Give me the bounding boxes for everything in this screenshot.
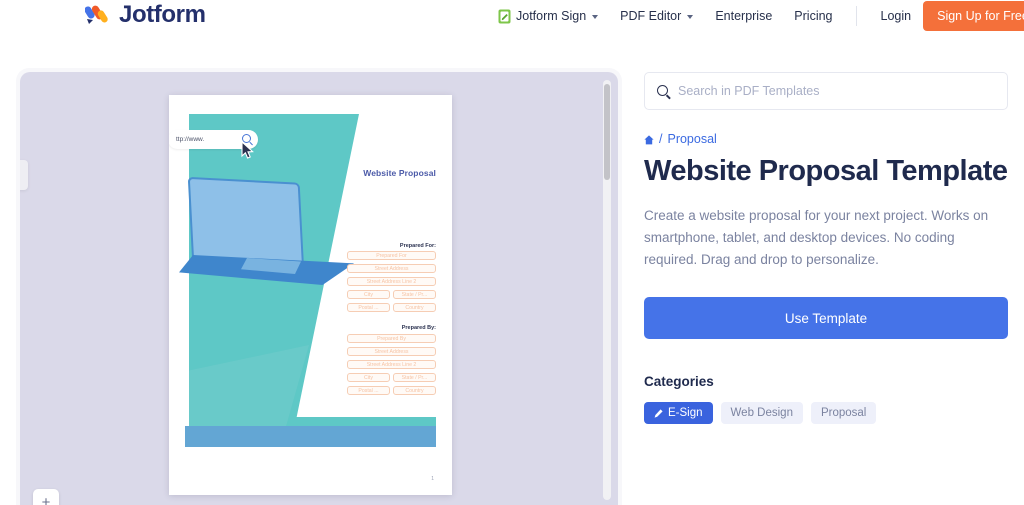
category-chip-proposal[interactable]: Proposal [810,402,877,424]
search-input[interactable] [678,84,978,98]
categories-heading: Categories [644,374,714,389]
chip-label: E-Sign [668,407,703,419]
field-by-postal[interactable]: Postal ... [347,386,390,395]
nav-item-enterprise[interactable]: Enterprise [704,9,783,23]
nav-divider [855,6,857,26]
nav-label: Enterprise [715,9,773,23]
sidebar-toggle-handle[interactable] [20,160,28,190]
nav-item-jotform-sign[interactable]: Jotform Sign [498,9,609,24]
prepared-for-label: Prepared For: [399,243,436,249]
field-prepared-by[interactable]: Prepared By [347,334,436,343]
field-street-address-2[interactable]: Street Address Line 2 [347,277,436,286]
nav-item-pricing[interactable]: Pricing [783,9,843,23]
field-by-city[interactable]: City [347,373,390,382]
chip-label: Proposal [820,407,867,419]
search-icon [657,85,668,96]
chevron-down-icon [592,15,599,19]
login-link[interactable]: Login [869,9,924,23]
field-by-street-address[interactable]: Street Address [347,347,436,356]
footer-blue-bar [185,426,436,447]
category-chip-web-design[interactable]: Web Design [720,402,803,424]
zoom-in-button[interactable]: + [33,489,59,505]
document-title: Website Proposal [363,168,436,178]
home-icon[interactable] [644,134,654,145]
categories-list: E-Sign Web Design Proposal [644,402,1008,424]
template-details-panel: / Proposal Website Proposal Template Cre… [644,72,1008,424]
pdf-document-page[interactable]: ttp://www. Website Proposal Prepared For… [169,95,452,495]
field-postal[interactable]: Postal ... [347,303,390,312]
sign-document-icon [498,9,511,24]
chevron-down-icon [687,15,694,19]
field-by-street-address-2[interactable]: Street Address Line 2 [347,360,436,369]
pen-icon [654,408,663,418]
url-bar-text: ttp://www. [176,136,205,143]
main-nav: Jotform Sign PDF Editor Enterprise Prici… [498,0,1024,32]
field-state[interactable]: State / Pr... [393,290,436,299]
nav-label: PDF Editor [620,9,682,23]
signup-button[interactable]: Sign Up for Free [923,1,1024,31]
nav-item-pdf-editor[interactable]: PDF Editor [609,9,704,23]
use-template-button[interactable]: Use Template [644,297,1008,339]
jotform-logo[interactable]: Jotform [84,1,206,28]
category-chip-e-sign[interactable]: E-Sign [644,402,713,424]
page-number: 1 [431,476,434,482]
breadcrumb-separator: / [659,132,663,146]
nav-label: Pricing [794,9,833,23]
field-city[interactable]: City [347,290,390,299]
prepared-by-label: Prepared By: [401,325,436,331]
field-street-address[interactable]: Street Address [347,264,436,273]
site-header: Jotform Jotform Sign PDF Editor Enterpri… [0,0,1024,50]
scrollbar-thumb[interactable] [604,84,610,180]
logo-text: Jotform [119,1,206,28]
nav-label: Jotform Sign [516,9,587,23]
breadcrumb-item-proposal[interactable]: Proposal [667,132,716,146]
field-by-state[interactable]: State / Pr... [393,373,436,382]
preview-scrollbar[interactable] [603,80,611,500]
pdf-preview-pane: ttp://www. Website Proposal Prepared For… [20,72,618,505]
chip-label: Web Design [730,407,793,419]
field-country[interactable]: Country [393,303,436,312]
jotform-logo-icon [84,3,111,27]
page-title: Website Proposal Template [644,155,1008,187]
search-box[interactable] [644,72,1008,110]
breadcrumb: / Proposal [644,132,1008,146]
field-prepared-for[interactable]: Prepared For [347,251,436,260]
field-by-country[interactable]: Country [393,386,436,395]
template-description: Create a website proposal for your next … [644,208,989,267]
